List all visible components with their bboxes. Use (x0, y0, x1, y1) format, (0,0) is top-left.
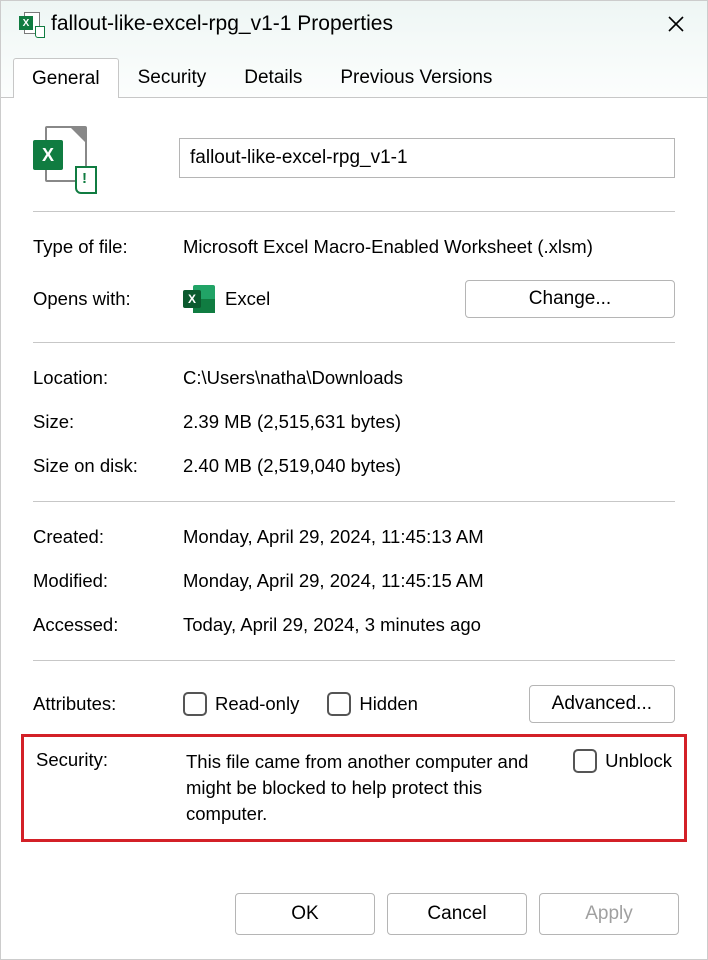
label-modified: Modified: (33, 570, 183, 592)
value-size: 2.39 MB (2,515,631 bytes) (183, 411, 401, 433)
properties-window: X fallout-like-excel-rpg_v1-1 Properties… (0, 0, 708, 960)
hidden-checkbox[interactable]: Hidden (327, 692, 418, 716)
hidden-label: Hidden (359, 693, 418, 715)
security-message: This file came from another computer and… (186, 749, 573, 827)
close-icon (667, 15, 685, 33)
value-opens-with: Excel (225, 288, 455, 310)
label-type: Type of file: (33, 236, 183, 258)
divider (33, 342, 675, 343)
unblock-label: Unblock (605, 750, 672, 772)
tab-general[interactable]: General (13, 58, 119, 98)
checkbox-icon (183, 692, 207, 716)
divider (33, 660, 675, 661)
label-accessed: Accessed: (33, 614, 183, 636)
close-button[interactable] (663, 11, 689, 37)
tab-previous-versions[interactable]: Previous Versions (321, 57, 511, 97)
checkbox-icon (327, 692, 351, 716)
label-security: Security: (36, 749, 186, 771)
advanced-button[interactable]: Advanced... (529, 685, 675, 723)
label-location: Location: (33, 367, 183, 389)
divider (33, 211, 675, 212)
value-size-on-disk: 2.40 MB (2,519,040 bytes) (183, 455, 401, 477)
divider (33, 501, 675, 502)
excel-app-icon: X (183, 283, 215, 315)
value-created: Monday, April 29, 2024, 11:45:13 AM (183, 526, 484, 548)
dialog-footer: OK Cancel Apply (1, 873, 707, 959)
cancel-button[interactable]: Cancel (387, 893, 527, 935)
tab-details[interactable]: Details (225, 57, 321, 97)
checkbox-icon (573, 749, 597, 773)
tab-panel-general: X Type of file: Microsoft Excel Macro-En… (1, 98, 707, 873)
ok-button[interactable]: OK (235, 893, 375, 935)
excel-file-icon: X (19, 12, 43, 36)
change-button[interactable]: Change... (465, 280, 675, 318)
window-title: fallout-like-excel-rpg_v1-1 Properties (51, 12, 663, 36)
unblock-checkbox[interactable]: Unblock (573, 749, 672, 773)
titlebar: X fallout-like-excel-rpg_v1-1 Properties (1, 1, 707, 51)
tab-bar: General Security Details Previous Versio… (1, 57, 707, 98)
label-created: Created: (33, 526, 183, 548)
label-attributes: Attributes: (33, 693, 183, 715)
apply-button[interactable]: Apply (539, 893, 679, 935)
readonly-label: Read-only (215, 693, 299, 715)
security-section: Security: This file came from another co… (21, 734, 687, 842)
value-modified: Monday, April 29, 2024, 11:45:15 AM (183, 570, 484, 592)
value-accessed: Today, April 29, 2024, 3 minutes ago (183, 614, 481, 636)
value-type: Microsoft Excel Macro-Enabled Worksheet … (183, 236, 593, 258)
label-size-on-disk: Size on disk: (33, 455, 183, 477)
excel-macro-file-icon: X (33, 126, 91, 190)
filename-input[interactable] (179, 138, 675, 178)
tab-security[interactable]: Security (119, 57, 226, 97)
readonly-checkbox[interactable]: Read-only (183, 692, 299, 716)
label-size: Size: (33, 411, 183, 433)
value-location: C:\Users\natha\Downloads (183, 367, 403, 389)
label-opens-with: Opens with: (33, 288, 183, 310)
